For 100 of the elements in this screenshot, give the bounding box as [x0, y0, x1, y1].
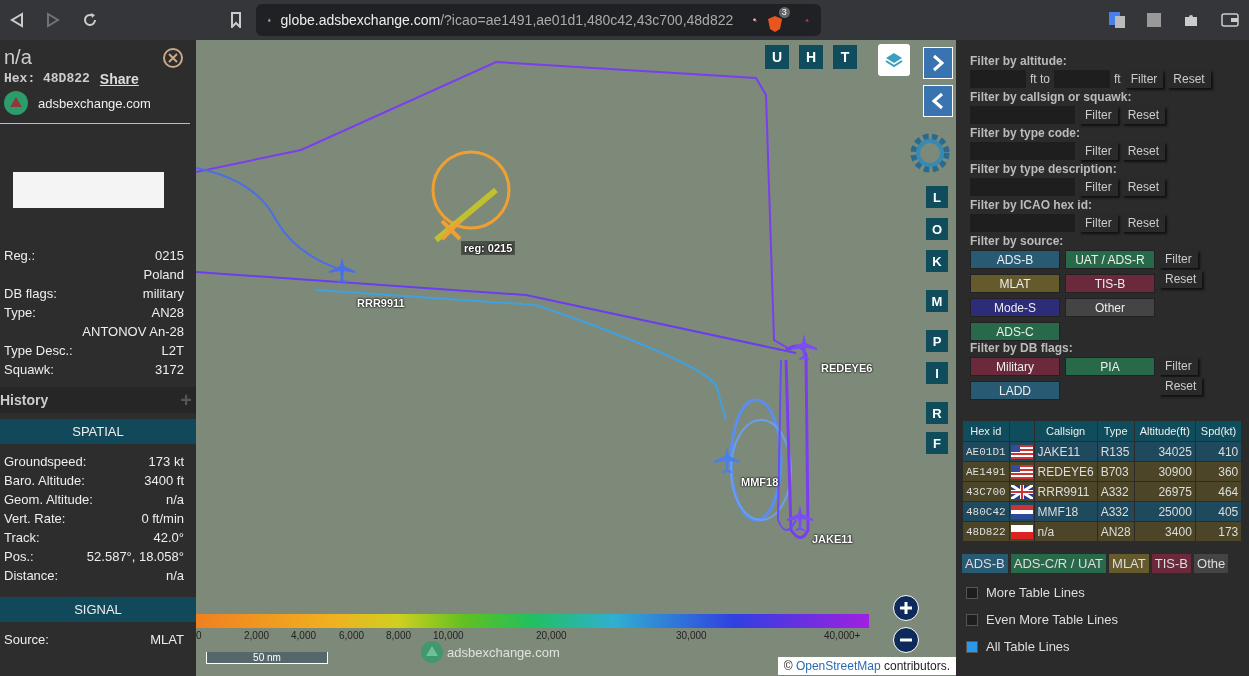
- aircraft-row[interactable]: 43C700 RRR9911 A332 26975 464: [963, 482, 1242, 501]
- selected-plane-icon[interactable]: [439, 218, 463, 242]
- column-header[interactable]: Spd(kt): [1195, 421, 1242, 441]
- filter-button[interactable]: Reset: [1121, 178, 1166, 196]
- map-toggle-button[interactable]: O: [926, 218, 948, 240]
- history-header[interactable]: History +: [0, 387, 196, 413]
- aircraft-label[interactable]: reg: 0215: [461, 241, 516, 255]
- source-toggle[interactable]: LADD: [970, 381, 1060, 400]
- table-cell-text: R135: [1099, 443, 1131, 461]
- map-toggle-button[interactable]: T: [833, 45, 857, 69]
- flag-icon: [1010, 444, 1033, 459]
- field-label: Type Desc.:: [4, 343, 73, 358]
- map-toggle-button[interactable]: M: [926, 290, 948, 312]
- reload-icon[interactable]: [82, 12, 98, 28]
- checkbox-label[interactable]: Even More Table Lines: [986, 612, 1118, 627]
- table-cell-text: REDEYE6: [1036, 463, 1095, 481]
- plane-icon[interactable]: [790, 333, 818, 361]
- filter-button[interactable]: Reset: [1121, 142, 1166, 160]
- aircraft-label[interactable]: REDEYE6: [821, 362, 873, 374]
- map-toggle-button[interactable]: K: [926, 250, 948, 272]
- filter-button[interactable]: Filter: [1079, 214, 1118, 232]
- aircraft-label[interactable]: RRR9911: [357, 297, 405, 309]
- shield-icon[interactable]: [766, 15, 783, 33]
- logo-icon: [4, 91, 28, 115]
- filter-button[interactable]: Filter: [1124, 70, 1164, 88]
- map-toggle-button[interactable]: L: [926, 186, 948, 208]
- field-label: Geom. Altitude:: [4, 492, 93, 507]
- source-toggle[interactable]: Military: [970, 357, 1060, 376]
- filter-button[interactable]: Filter: [1159, 357, 1198, 375]
- legend-chip: ADS-B: [962, 554, 1008, 573]
- zoom-in-button[interactable]: [893, 595, 919, 621]
- field-label: Track:: [4, 530, 40, 545]
- source-toggle[interactable]: UAT / ADS-R: [1065, 250, 1155, 269]
- field-value: n/a: [165, 492, 184, 507]
- map-toggle-button[interactable]: F: [926, 432, 948, 454]
- aircraft-row[interactable]: AE1491 REDEYE6 B703 30900 360: [963, 462, 1242, 481]
- checkbox-label[interactable]: More Table Lines: [986, 585, 1085, 600]
- checkbox[interactable]: [966, 586, 978, 599]
- source-toggle[interactable]: Other: [1065, 298, 1155, 317]
- source-toggle[interactable]: PIA: [1065, 357, 1155, 376]
- zoom-out-button[interactable]: [893, 627, 919, 653]
- map-tile[interactable]: RRR9911 REDEYE6 MMF18 JAKE11 reg: 0215 U H T L O K M P I R F 0 2,000 4,000 6,000 8,000 10,000 20,000 30,000 40,000+ 50 nm adsbexchange.com © OpenStreetMap contributors.: [196, 40, 956, 676]
- osm-link[interactable]: OpenStreetMap: [795, 659, 881, 673]
- aircraft-row[interactable]: AE01D1 JAKE11 R135 34025 410: [963, 442, 1242, 461]
- filter-button[interactable]: Reset: [1121, 214, 1166, 232]
- filter-button[interactable]: Filter: [1079, 178, 1118, 196]
- plane-icon[interactable]: [786, 504, 814, 532]
- aircraft-label[interactable]: MMF18: [741, 476, 779, 488]
- field-value: 0 ft/min: [141, 511, 184, 526]
- filter-button[interactable]: Filter: [1079, 106, 1118, 124]
- filter-button[interactable]: Reset: [1167, 70, 1211, 88]
- map-toggle-button[interactable]: P: [926, 330, 948, 352]
- bookmark-icon[interactable]: [230, 12, 242, 28]
- map-toggle-button[interactable]: H: [799, 45, 823, 69]
- collapse-button[interactable]: [923, 85, 953, 117]
- plane-icon[interactable]: [328, 256, 356, 284]
- translate-icon[interactable]: [1109, 12, 1125, 28]
- table-cell-text: 405: [1217, 503, 1240, 521]
- field-value: Poland: [143, 267, 184, 282]
- map-toggle-button[interactable]: R: [926, 402, 948, 424]
- source-toggle[interactable]: TIS-B: [1065, 274, 1155, 293]
- filter-button[interactable]: Reset: [1121, 106, 1166, 124]
- address-bar[interactable]: globe.adsbexchange.com/?icao=ae1491,ae01d1,480c42,43c700,48d822 3: [256, 4, 821, 36]
- column-header[interactable]: Type: [1097, 421, 1134, 441]
- checkbox[interactable]: [966, 640, 978, 653]
- source-toggle[interactable]: ADS-B: [970, 250, 1060, 269]
- table-cell-text: 25000: [1157, 503, 1193, 521]
- puzzle-icon[interactable]: [1183, 12, 1199, 28]
- aircraft-row[interactable]: 480C42 MMF18 A332 25000 405: [963, 502, 1242, 521]
- share-link[interactable]: Share: [99, 71, 139, 87]
- filter-button[interactable]: Filter: [1079, 142, 1118, 160]
- column-header[interactable]: Callsign: [1034, 421, 1097, 441]
- checkbox-label[interactable]: All Table Lines: [986, 639, 1070, 654]
- plane-icon[interactable]: [713, 446, 741, 474]
- aircraft-label[interactable]: JAKE11: [812, 533, 853, 545]
- unit-label: ft: [1114, 72, 1121, 86]
- map-toggle-button[interactable]: I: [926, 362, 948, 384]
- field-value: 52.587°, 18.058°: [86, 549, 184, 564]
- filter-button[interactable]: Reset: [1159, 377, 1203, 395]
- table-cell-text: AE01D1: [965, 444, 1007, 460]
- table-cell-text: JAKE11: [1036, 443, 1082, 461]
- flag-icon: [1010, 504, 1033, 519]
- column-header[interactable]: Altitude(ft): [1134, 421, 1195, 441]
- source-toggle[interactable]: Mode-S: [970, 298, 1060, 317]
- filter-button[interactable]: Reset: [1159, 270, 1203, 288]
- back-icon[interactable]: [10, 12, 24, 28]
- wallet-icon[interactable]: [1221, 13, 1239, 27]
- aircraft-row[interactable]: 48D822 n/a AN28 3400 173: [963, 522, 1242, 541]
- filter-label: Filter by ICAO hex id:: [970, 198, 1093, 212]
- checkbox[interactable]: [966, 613, 978, 626]
- source-toggle[interactable]: MLAT: [970, 274, 1060, 293]
- legend-chip: Othe: [1194, 554, 1229, 573]
- layers-button[interactable]: [878, 44, 910, 76]
- column-header[interactable]: Hex id: [963, 421, 1009, 441]
- logo-icon: [421, 641, 443, 663]
- close-icon[interactable]: [162, 46, 184, 69]
- map-toggle-button[interactable]: U: [765, 45, 789, 69]
- source-toggle[interactable]: ADS-C: [970, 322, 1060, 341]
- filter-button[interactable]: Filter: [1159, 250, 1198, 268]
- expand-button[interactable]: [923, 47, 953, 79]
